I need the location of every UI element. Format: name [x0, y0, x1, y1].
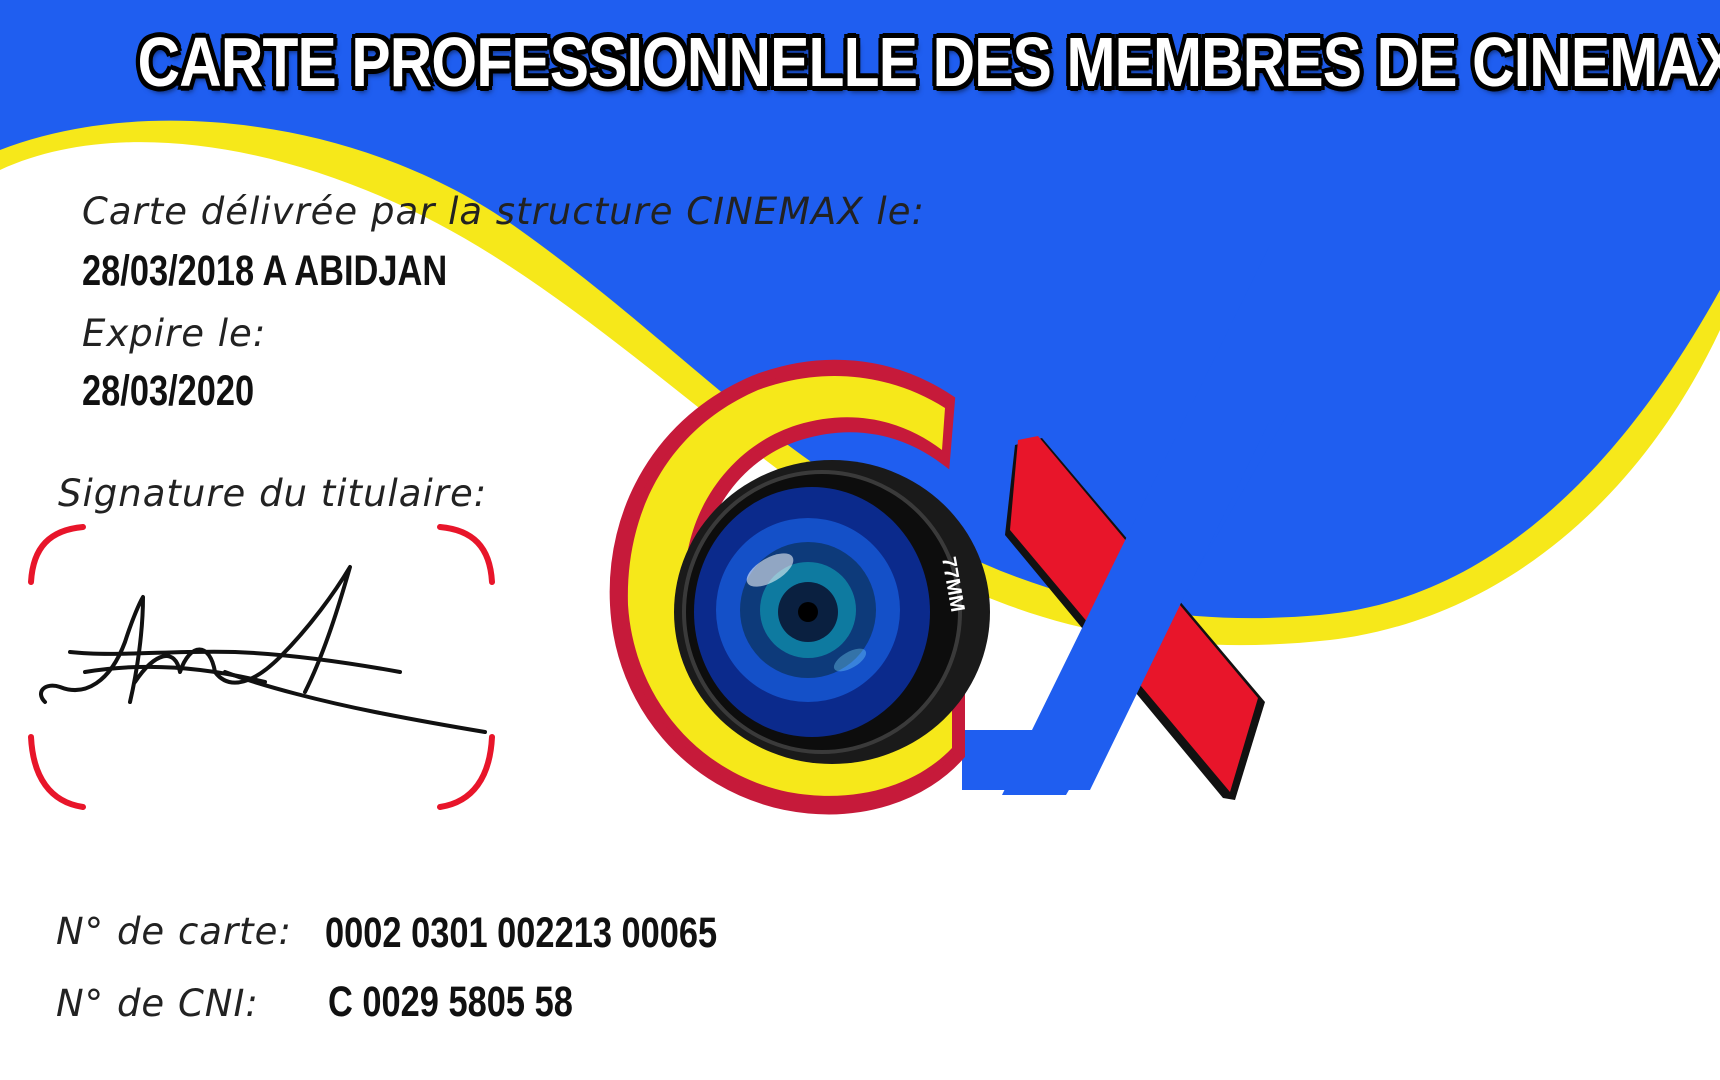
expires-label: Expire le:	[82, 312, 267, 355]
signature-icon	[39, 565, 487, 734]
cinemax-logo-icon: 77MM	[609, 245, 1290, 815]
id-number-value: C 0029 5805 58	[328, 978, 573, 1026]
issued-label: Carte délivrée par la structure CINEMAX …	[82, 190, 925, 233]
id-number-label: N° de CNI:	[56, 982, 259, 1025]
camera-lens-icon	[674, 460, 990, 764]
signature-label: Signature du titulaire:	[58, 472, 488, 515]
expires-value: 28/03/2020	[82, 367, 255, 415]
issued-value: 28/03/2018 A ABIDJAN	[82, 247, 448, 295]
card-number-label: N° de carte:	[56, 910, 292, 953]
card-title: CARTE PROFESSIONNELLE DES MEMBRES DE CIN…	[137, 23, 1720, 101]
signature-frame-icon	[28, 524, 495, 810]
card-number-value: 0002 0301 002213 00065	[325, 909, 718, 957]
